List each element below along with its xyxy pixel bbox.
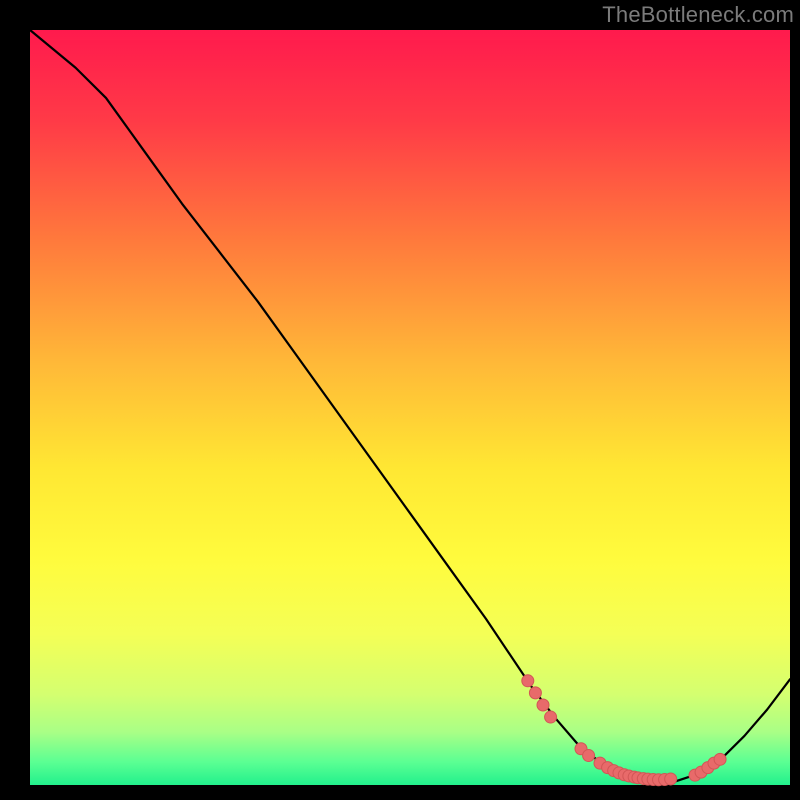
watermark-text: TheBottleneck.com [602,2,794,28]
marker-point [545,711,557,723]
marker-point [537,699,549,711]
marker-point [522,675,534,687]
marker-point [583,750,595,762]
gradient-background [30,30,790,785]
marker-point [714,753,726,765]
marker-point [529,687,541,699]
chart-container: TheBottleneck.com [0,0,800,800]
bottleneck-chart [0,0,800,800]
marker-point [665,773,677,785]
